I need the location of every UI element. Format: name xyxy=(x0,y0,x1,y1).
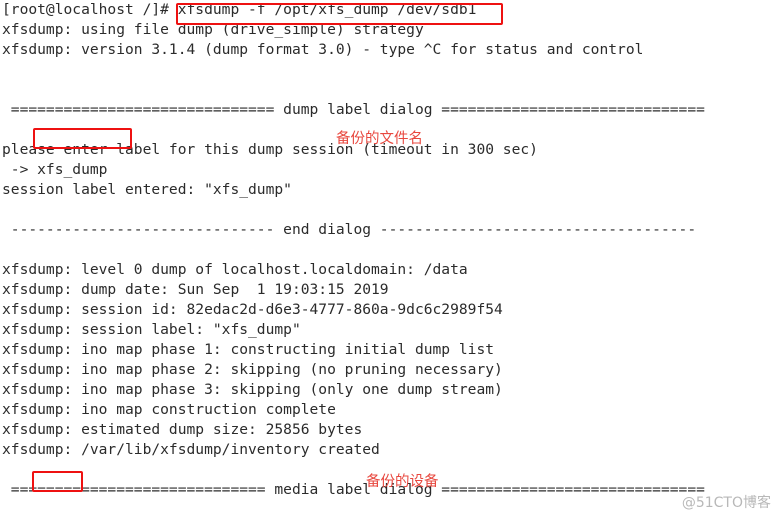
backup-filename-note: 备份的文件名 xyxy=(336,131,423,147)
terminal-line: xfsdump: dump date: Sun Sep 1 19:03:15 2… xyxy=(2,281,389,298)
terminal-line: xfsdump: using file dump (drive_simple) … xyxy=(2,21,424,38)
terminal-line: xfsdump: session id: 82edac2d-d6e3-4777-… xyxy=(2,301,503,318)
terminal-line-end-dialog: ------------------------------ end dialo… xyxy=(2,221,697,238)
terminal-line: xfsdump: session label: "xfs_dump" xyxy=(2,321,301,338)
backup-device-note: 备份的设备 xyxy=(366,474,439,490)
terminal-line: xfsdump: ino map phase 1: constructing i… xyxy=(2,341,495,358)
terminal-line: xfsdump: ino map phase 2: skipping (no p… xyxy=(2,361,503,378)
terminal-output[interactable]: [root@localhost /]# xfsdump -f /opt/xfs_… xyxy=(0,0,779,516)
terminal-line: xfsdump: level 0 dump of localhost.local… xyxy=(2,261,468,278)
terminal-line-session-label-entered: session label entered: "xfs_dump" xyxy=(2,181,292,198)
terminal-line: [root@localhost /]# xfsdump -f /opt/xfs_… xyxy=(2,1,477,18)
terminal-line: xfsdump: estimated dump size: 25856 byte… xyxy=(2,421,363,438)
terminal-line-dump-label-dialog-header: ============================== dump labe… xyxy=(2,101,705,118)
terminal-screenshot: [root@localhost /]# xfsdump -f /opt/xfs_… xyxy=(0,0,779,516)
terminal-line: xfsdump: ino map phase 3: skipping (only… xyxy=(2,381,503,398)
terminal-line: xfsdump: version 3.1.4 (dump format 3.0)… xyxy=(2,41,644,58)
terminal-line: xfsdump: ino map construction complete xyxy=(2,401,336,418)
terminal-line-dump-label-input[interactable]: -> xfs_dump xyxy=(0,160,779,180)
terminal-line: xfsdump: /var/lib/xfsdump/inventory crea… xyxy=(2,441,380,458)
watermark: @51CTO博客 xyxy=(681,495,771,511)
